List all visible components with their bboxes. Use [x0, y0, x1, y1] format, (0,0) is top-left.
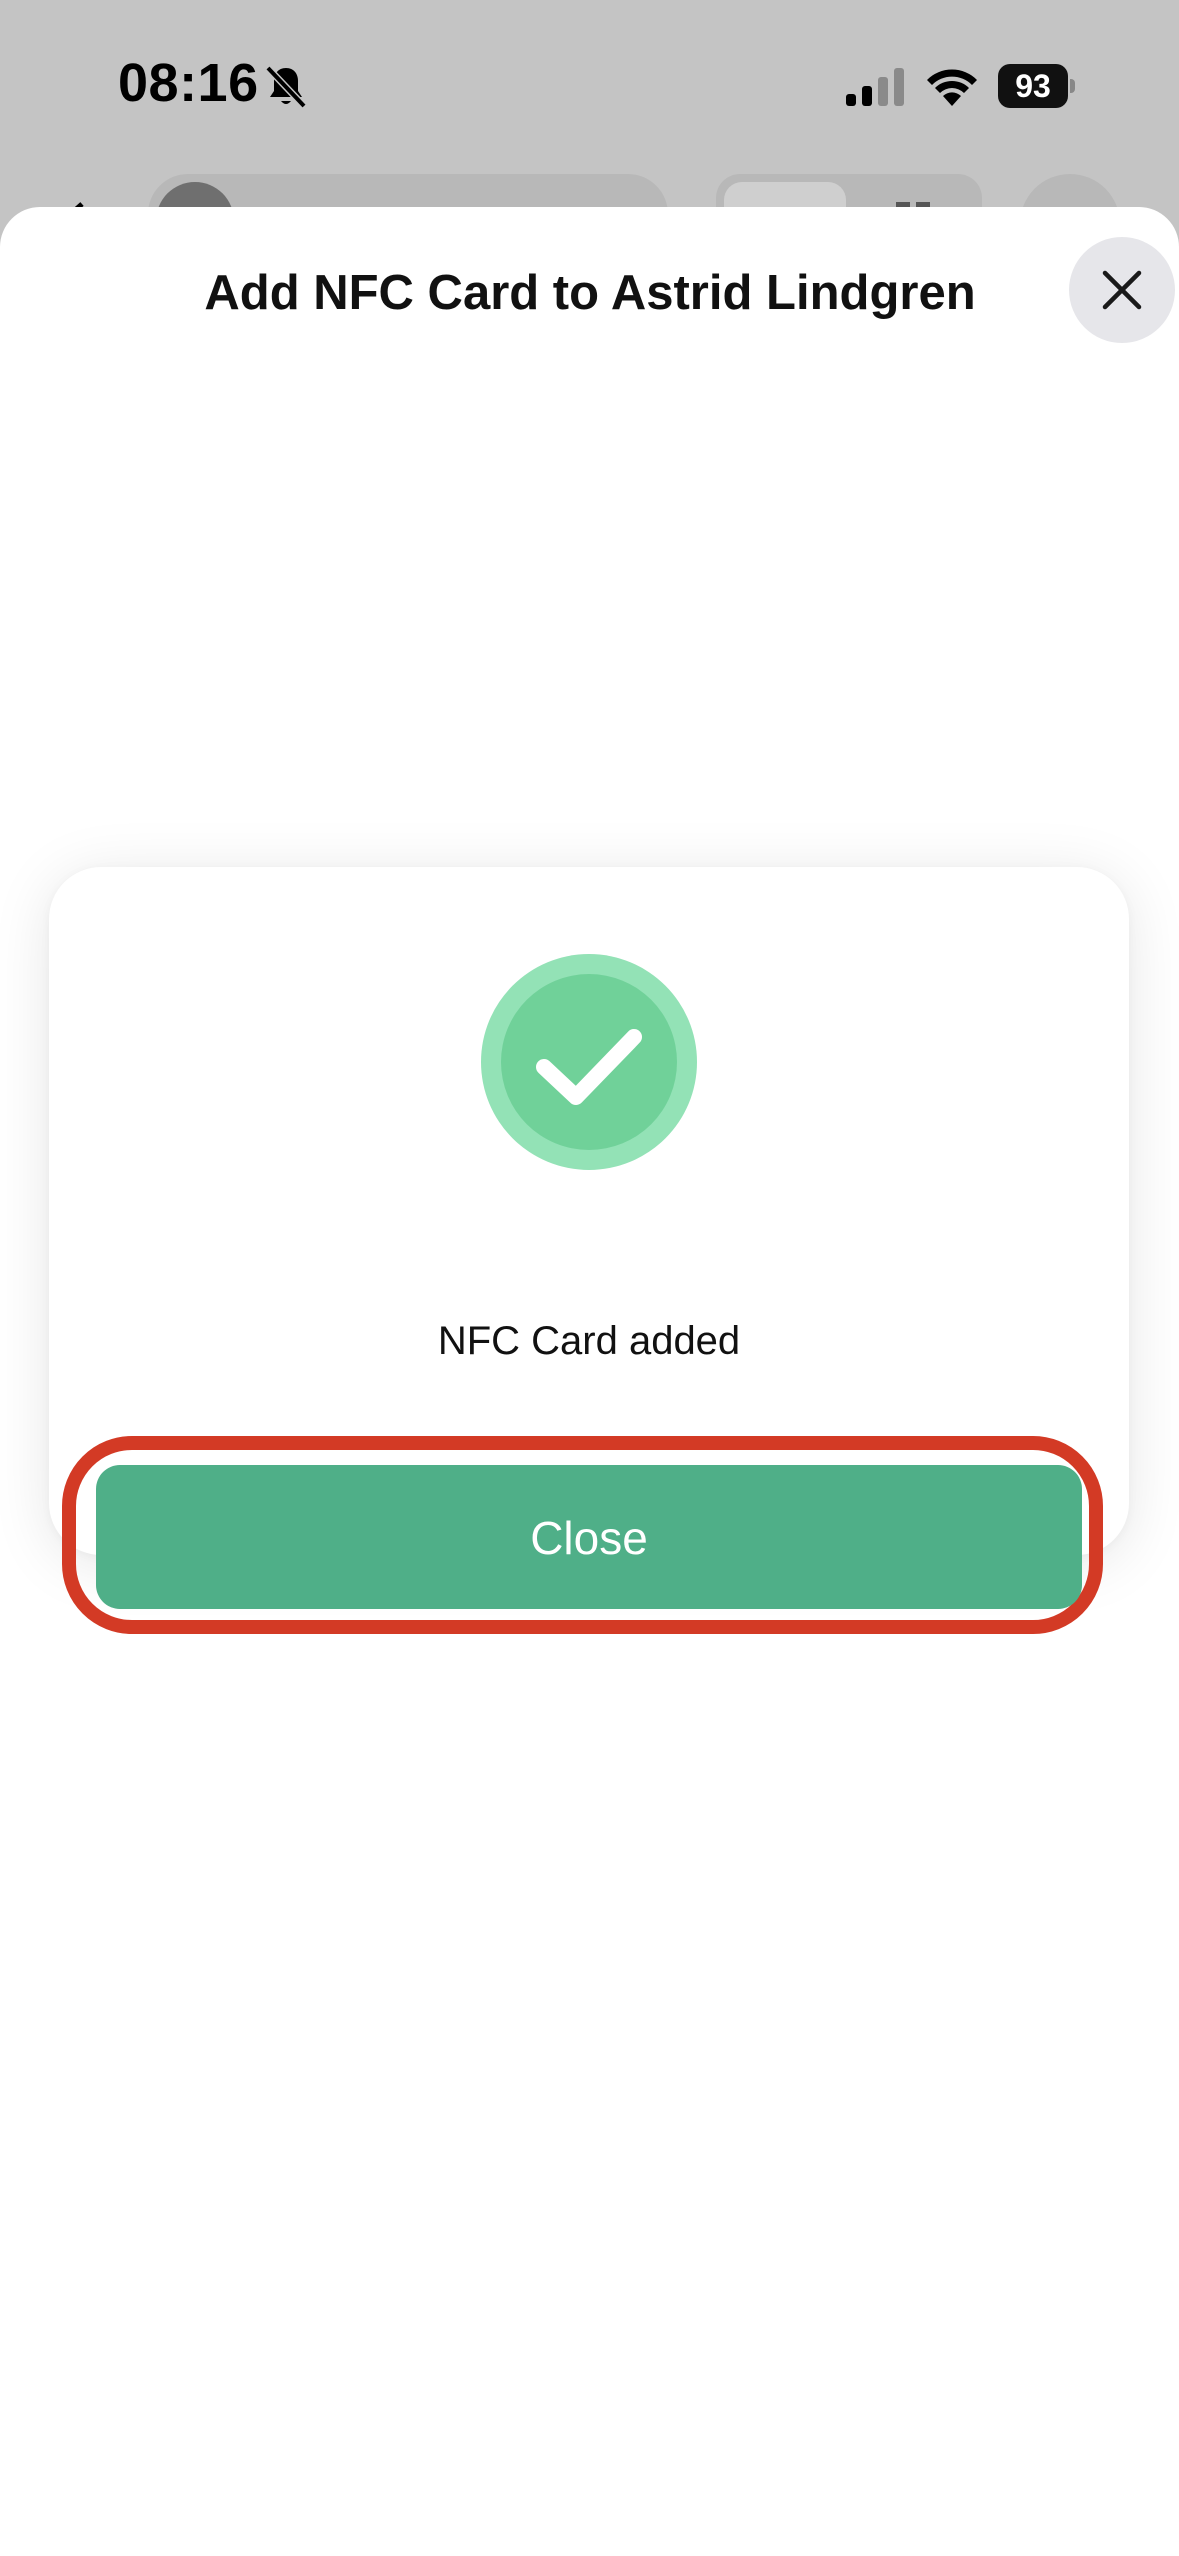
success-message: NFC Card added: [437, 1319, 741, 1363]
status-bar: 08:16 93: [0, 0, 1179, 170]
close-sheet-button[interactable]: [1069, 237, 1175, 343]
close-button[interactable]: Close: [96, 1465, 1082, 1609]
cellular-signal-icon: [846, 68, 904, 106]
status-time: 08:16: [118, 53, 259, 113]
battery-indicator: 93: [998, 64, 1075, 108]
success-card: NFC Card added Close: [49, 867, 1129, 1634]
bell-slash-icon: [265, 65, 307, 109]
battery-tip: [1070, 79, 1075, 93]
sheet-title: Add NFC Card to Astrid Lindgren: [204, 266, 976, 320]
wifi-icon: [927, 69, 977, 106]
close-x-icon: [1102, 270, 1142, 310]
checkmark-circle-icon: [481, 954, 697, 1170]
battery-level: 93: [998, 64, 1068, 108]
